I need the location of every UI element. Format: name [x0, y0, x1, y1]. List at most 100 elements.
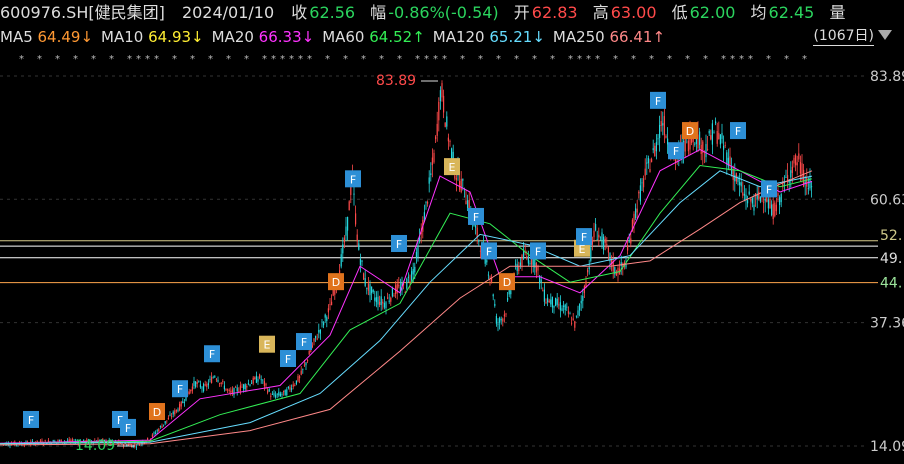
svg-text:F: F	[350, 173, 356, 186]
volume-label: 量	[829, 3, 846, 22]
candle-body	[265, 383, 267, 386]
event-star-icon: *	[379, 54, 384, 65]
candle-body	[361, 260, 363, 262]
candle-body	[537, 266, 539, 271]
candle-body	[47, 440, 49, 442]
event-marker-f[interactable]: F	[345, 170, 361, 188]
ma-item-ma60[interactable]: MA60 64.52↑	[322, 26, 425, 48]
candle-body	[716, 130, 718, 144]
candle-body	[476, 227, 478, 238]
candle-body	[220, 382, 222, 384]
candle-body	[598, 234, 600, 238]
event-marker-f[interactable]: F	[481, 242, 497, 260]
low-label: 低	[671, 3, 688, 22]
range-selector[interactable]: (1067日)	[813, 27, 874, 46]
event-marker-d[interactable]: D	[149, 403, 165, 421]
y-tick-label: 83.89	[870, 69, 904, 85]
candle-body	[380, 296, 382, 306]
event-star-icon: *	[307, 54, 312, 65]
candle-body	[566, 306, 568, 308]
candle-body	[574, 321, 576, 328]
candle-body	[222, 381, 224, 382]
event-marker-f[interactable]: F	[204, 345, 220, 363]
candle-body	[595, 224, 597, 231]
close-value: 62.56	[309, 3, 356, 22]
candle-body	[396, 283, 398, 294]
event-marker-f[interactable]: F	[668, 142, 684, 160]
candle-body	[406, 278, 408, 289]
candlestick-chart[interactable]: * * * * * * * * * * * * * * * * * * * * * * * * * * * * * * * * * * * * * * * *…	[0, 48, 904, 464]
ma-indicator-bar: MA5 64.49↓ MA10 64.93↓ MA20 66.33↓ MA60 64.…	[0, 26, 904, 48]
candle-body	[233, 387, 235, 395]
event-marker-d[interactable]: D	[499, 273, 515, 291]
candle-body	[796, 162, 798, 166]
ma-item-ma20[interactable]: MA20 66.33↓	[212, 26, 315, 48]
candle-body	[279, 393, 281, 397]
ma-name: MA5	[0, 28, 38, 46]
ma-item-ma120[interactable]: MA120 65.21↓	[433, 26, 545, 48]
candle-body	[383, 303, 385, 308]
event-star-icon: *	[460, 54, 465, 65]
svg-text:E: E	[264, 339, 271, 352]
candle-body	[801, 163, 803, 181]
y-tick-label: 37.36	[870, 316, 904, 332]
candle-body	[283, 390, 285, 393]
event-marker-f[interactable]: F	[530, 242, 546, 260]
candle-body	[564, 304, 566, 311]
event-star-icon: *	[433, 54, 438, 65]
event-marker-f[interactable]: F	[650, 91, 666, 109]
candle-body	[268, 389, 270, 392]
candle-body	[559, 302, 561, 311]
event-marker-f[interactable]: F	[761, 180, 777, 198]
candle-body	[651, 159, 653, 163]
candle-body	[201, 387, 203, 389]
candle-body	[231, 389, 233, 393]
candle-body	[542, 290, 544, 292]
event-marker-d[interactable]: D	[328, 273, 344, 291]
candle-body	[259, 374, 261, 379]
candle-body	[739, 182, 741, 185]
event-marker-f[interactable]: F	[468, 207, 484, 225]
candle-body	[439, 90, 441, 102]
stock-symbol[interactable]: 600976.SH[健民集团]	[0, 3, 165, 22]
candle-body	[182, 401, 184, 403]
candle-body	[276, 393, 278, 395]
ma-line-ma60	[0, 164, 813, 445]
event-marker-f[interactable]: F	[391, 234, 407, 252]
candle-body	[247, 383, 249, 385]
candle-body	[374, 297, 376, 301]
candle-body	[302, 368, 304, 370]
open-value: 62.83	[531, 3, 578, 22]
dropdown-triangle-icon[interactable]	[878, 30, 892, 40]
event-star-icon: *	[190, 54, 195, 65]
ma-item-ma10[interactable]: MA10 64.93↓	[101, 26, 204, 48]
candle-body	[785, 177, 787, 178]
ma-item-ma5[interactable]: MA5 64.49↓	[0, 26, 93, 48]
event-marker-f[interactable]: F	[172, 380, 188, 398]
event-marker-f[interactable]: F	[280, 350, 296, 368]
event-star-icon: *	[19, 54, 24, 65]
event-marker-f[interactable]: F	[23, 410, 39, 428]
event-marker-e[interactable]: E	[444, 158, 460, 176]
candle-body	[343, 237, 345, 243]
y-tick-label: 14.09	[870, 439, 904, 455]
candle-body	[249, 384, 251, 386]
event-star-icon: *	[37, 54, 42, 65]
svg-text:F: F	[473, 211, 479, 224]
event-marker-f[interactable]: F	[576, 228, 592, 246]
candle-body	[617, 267, 619, 274]
ma-item-ma250[interactable]: MA250 66.41↑	[553, 26, 665, 48]
svg-text:F: F	[177, 383, 183, 396]
event-marker-d[interactable]: D	[682, 122, 698, 140]
candle-body	[516, 264, 518, 271]
candle-body	[407, 276, 409, 279]
event-marker-f[interactable]: F	[296, 333, 312, 351]
event-marker-e[interactable]: E	[259, 335, 275, 353]
event-marker-f[interactable]: F	[730, 122, 746, 140]
candle-body	[596, 239, 598, 241]
candle-body	[241, 386, 243, 388]
min-price-label: 14.09	[75, 438, 115, 454]
candle-body	[740, 182, 742, 187]
event-marker-f[interactable]: F	[120, 418, 136, 436]
ma-line-ma120	[0, 170, 813, 445]
